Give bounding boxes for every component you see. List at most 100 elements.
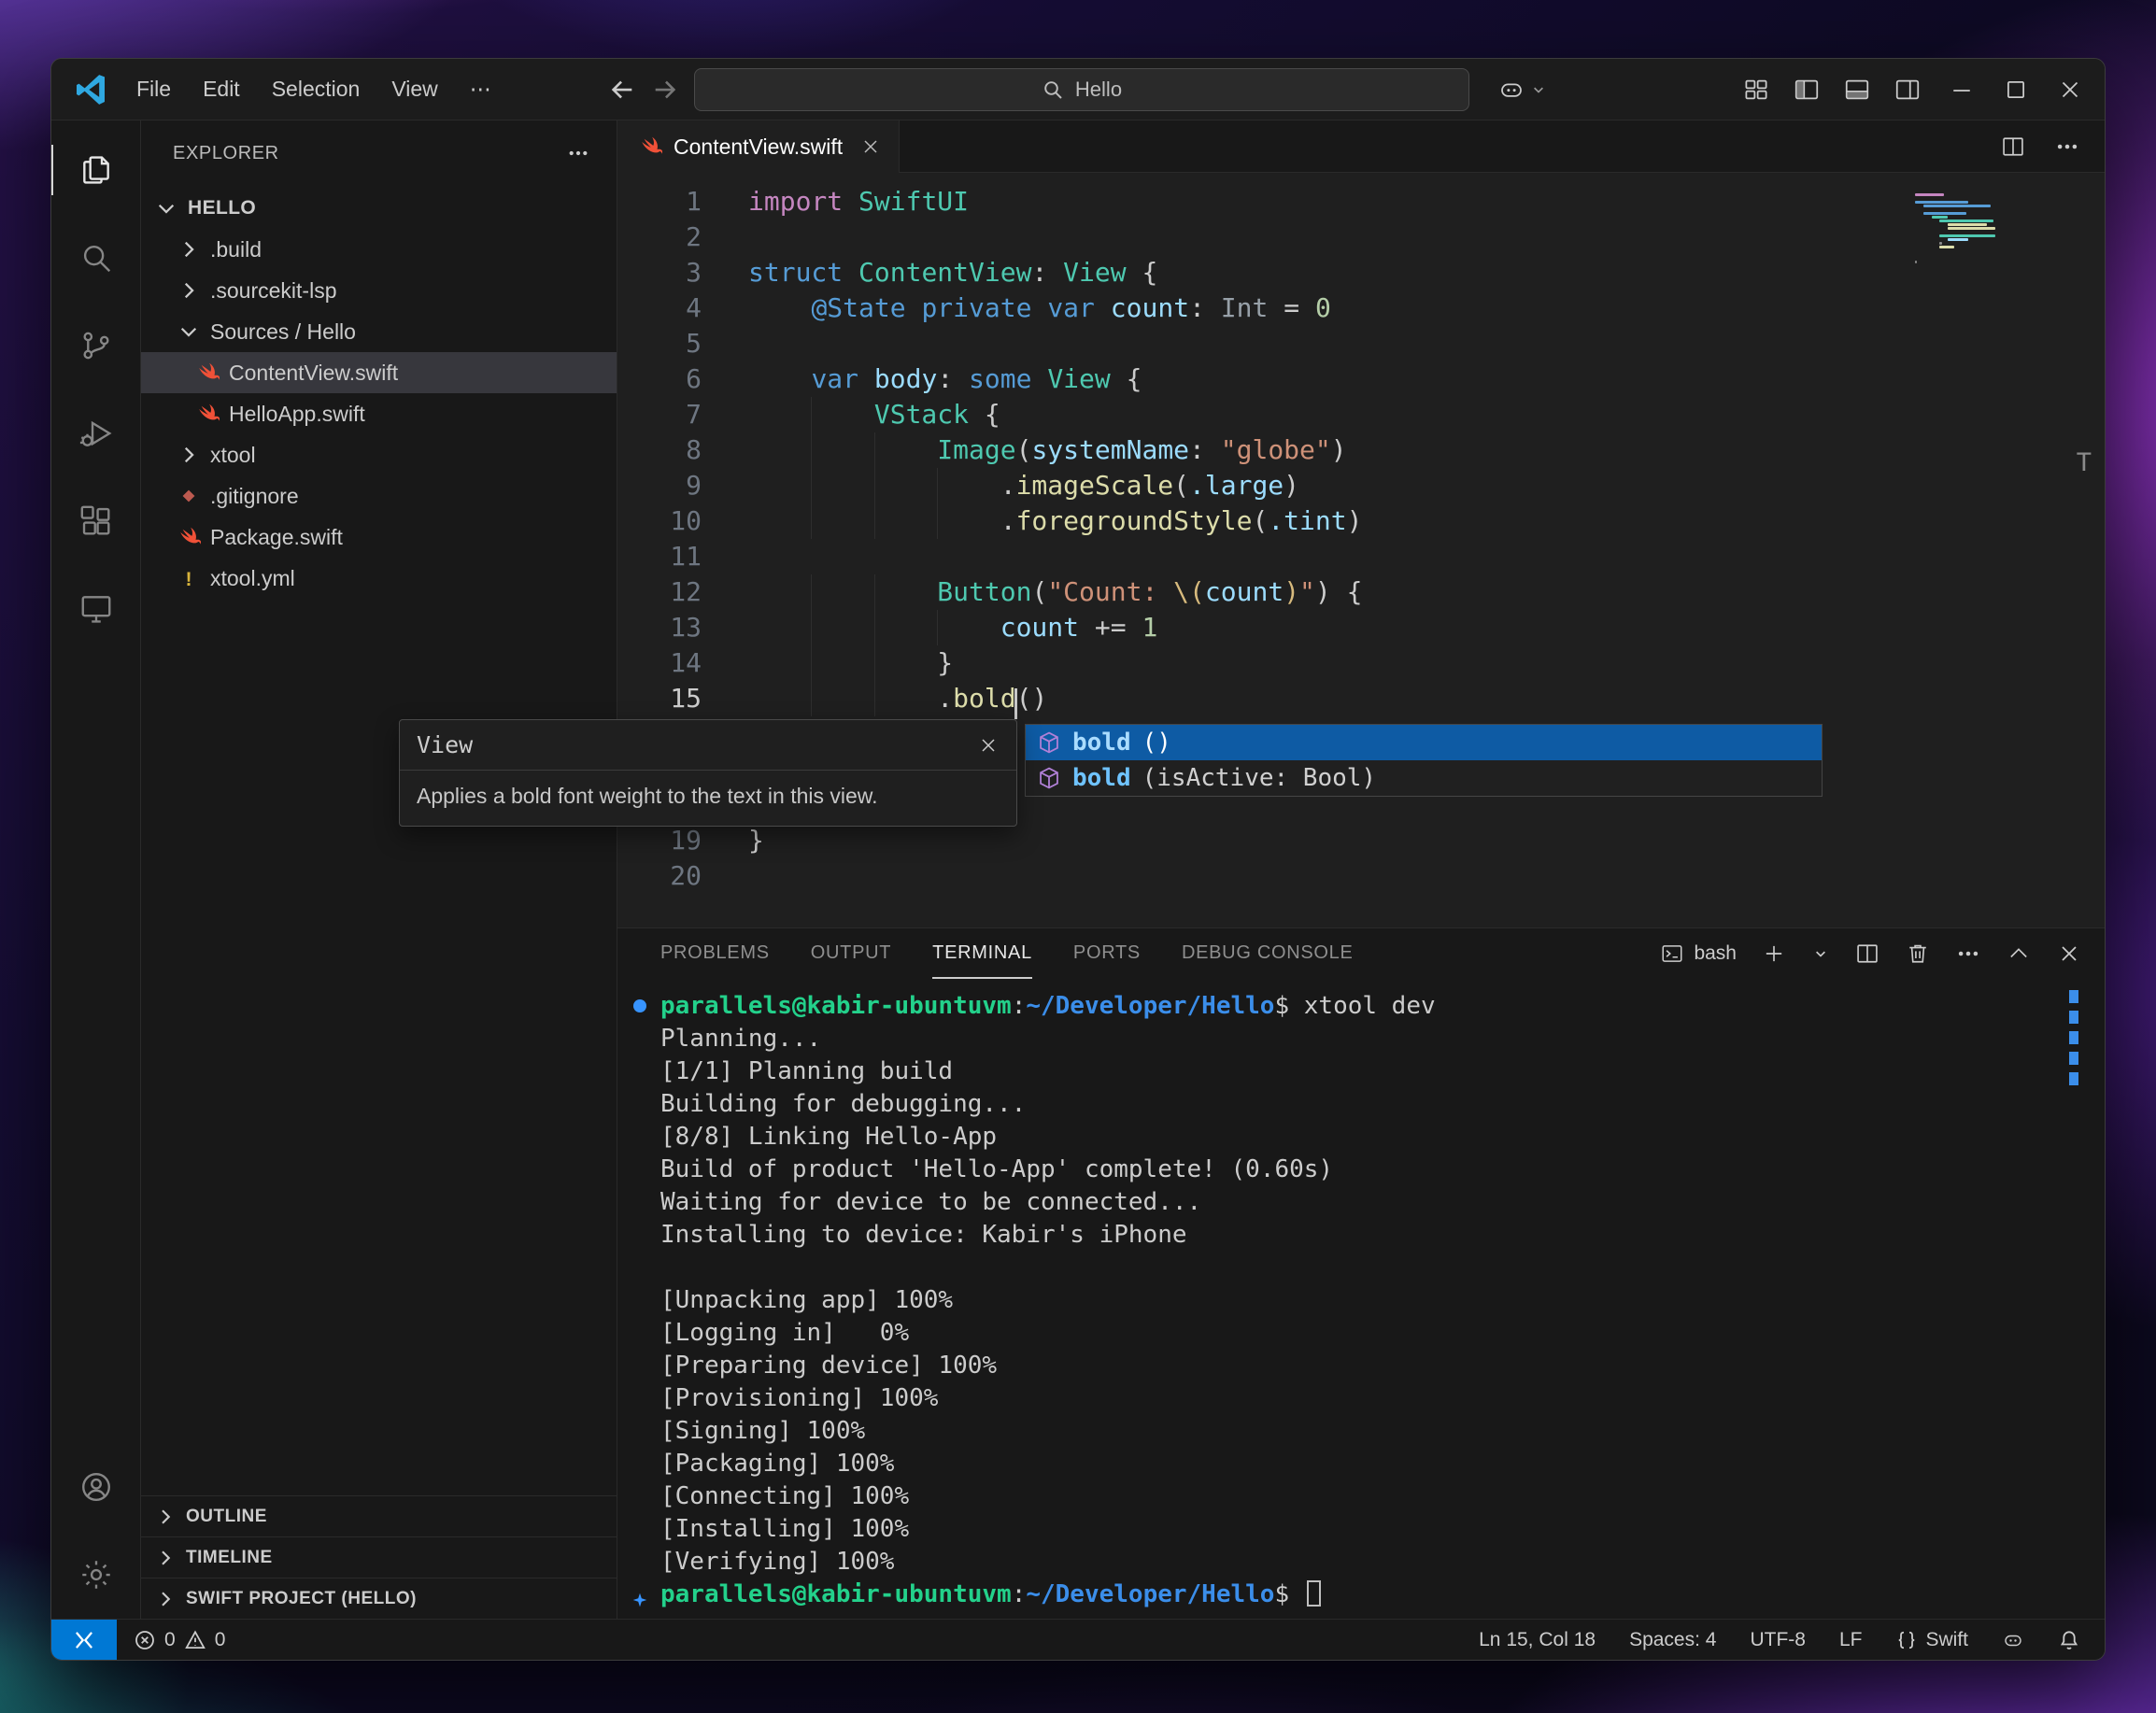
kill-terminal-icon[interactable] <box>1905 941 1931 967</box>
activity-extensions[interactable] <box>51 477 141 565</box>
code-line[interactable]: 7 VStack { <box>617 397 2105 432</box>
activity-run-debug[interactable] <box>51 389 141 477</box>
code-line[interactable]: 11 <box>617 539 2105 574</box>
navigate-back-icon[interactable] <box>608 76 636 104</box>
code-line[interactable]: 5 <box>617 326 2105 361</box>
toggle-panel-icon[interactable] <box>1843 76 1871 104</box>
suggest-item[interactable]: bold () <box>1026 725 1822 760</box>
code-line[interactable]: 6 var body: some View { <box>617 361 2105 397</box>
bell-icon <box>2058 1629 2080 1651</box>
menu-selection[interactable]: Selection <box>256 70 376 108</box>
panel-tab-output[interactable]: OUTPUT <box>811 928 891 979</box>
code-token: .large <box>1189 470 1284 501</box>
tree-item-contentview-swift[interactable]: ContentView.swift <box>141 352 617 393</box>
tree-item-xtool[interactable]: xtool <box>141 434 617 475</box>
code-line[interactable]: 1 import SwiftUI <box>617 184 2105 219</box>
tab-close-icon[interactable] <box>859 135 882 158</box>
tab-contentview-swift[interactable]: ContentView.swift <box>617 120 901 173</box>
activity-search[interactable] <box>51 214 141 302</box>
line-number: 14 <box>670 647 702 678</box>
status-indentation[interactable]: Spaces: 4 <box>1629 1629 1716 1651</box>
code-line[interactable]: 14 } <box>617 645 2105 681</box>
tree-item-sources-hello[interactable]: Sources / Hello <box>141 311 617 352</box>
minimap[interactable] <box>1915 193 2004 268</box>
menu-view[interactable]: View <box>376 70 453 108</box>
split-editor-icon[interactable] <box>2000 134 2026 160</box>
problems-status[interactable]: 0 0 <box>117 1629 242 1651</box>
code-line[interactable]: 19} <box>617 823 2105 858</box>
line-number: 4 <box>686 292 702 323</box>
close-button[interactable] <box>2056 76 2084 104</box>
activity-explorer[interactable] <box>51 126 141 214</box>
terminal-profile-dropdown-icon[interactable] <box>1811 944 1830 963</box>
code-text: Image(systemName: "globe") <box>702 432 1347 468</box>
new-terminal-icon[interactable] <box>1761 941 1787 967</box>
menu-overflow[interactable]: ⋯ <box>454 70 507 108</box>
code-line[interactable]: 2 <box>617 219 2105 255</box>
tree-item--sourcekit-lsp[interactable]: .sourcekit-lsp <box>141 270 617 311</box>
tree-item--build[interactable]: .build <box>141 229 617 270</box>
suggest-item[interactable]: bold (isActive: Bool) <box>1026 760 1822 796</box>
overview-ruler-glyph: T <box>2076 448 2092 477</box>
minimize-button[interactable] <box>1948 76 1976 104</box>
panel-tab-ports[interactable]: PORTS <box>1073 928 1141 979</box>
tree-item--gitignore[interactable]: .gitignore <box>141 475 617 517</box>
maximize-button[interactable] <box>2002 76 2030 104</box>
code-line[interactable]: 9 .imageScale(.large) <box>617 468 2105 503</box>
status-cursor-position[interactable]: Ln 15, Col 18 <box>1479 1629 1596 1651</box>
panel-tab-debug-console[interactable]: DEBUG CONSOLE <box>1182 928 1354 979</box>
panel-tab-terminal[interactable]: TERMINAL <box>932 928 1032 979</box>
menu-file[interactable]: File <box>121 70 187 108</box>
panel-header: PROBLEMS OUTPUT TERMINAL PORTS DEBUG CONSOLE… <box>617 928 2105 979</box>
activity-settings[interactable] <box>51 1531 141 1619</box>
remote-explorer-icon <box>78 591 114 627</box>
tree-item-package-swift[interactable]: Package.swift <box>141 517 617 558</box>
split-terminal-icon[interactable] <box>1854 941 1880 967</box>
terminal-profile[interactable]: bash <box>1660 941 1737 966</box>
remote-indicator[interactable] <box>51 1620 117 1660</box>
toggle-secondary-sidebar-icon[interactable] <box>1894 76 1922 104</box>
code-line[interactable]: 10 .foregroundStyle(.tint) <box>617 503 2105 539</box>
status-encoding[interactable]: UTF-8 <box>1750 1629 1806 1651</box>
section-swift-project-hello-[interactable]: SWIFT PROJECT (HELLO) <box>141 1578 617 1619</box>
copilot-button[interactable] <box>1497 76 1548 104</box>
source-control-icon <box>78 328 114 363</box>
tree-item-xtool-yml[interactable]: ! xtool.yml <box>141 558 617 599</box>
section-outline[interactable]: OUTLINE <box>141 1495 617 1536</box>
panel-tab-problems[interactable]: PROBLEMS <box>660 928 770 979</box>
toggle-sidebar-icon[interactable] <box>1793 76 1821 104</box>
status-language-mode[interactable]: Swift <box>1895 1629 1968 1651</box>
code-line[interactable]: 13 count += 1 <box>617 610 2105 645</box>
tree-root-hello[interactable]: HELLO <box>141 188 617 229</box>
tree-item-helloapp-swift[interactable]: HelloApp.swift <box>141 393 617 434</box>
hover-close-icon[interactable] <box>977 734 1000 757</box>
terminal-content[interactable]: parallels@kabir-ubuntuvm:~/Developer/Hel… <box>617 979 2105 1619</box>
status-eol[interactable]: LF <box>1839 1629 1863 1651</box>
terminal-line: [Verifying] 100% <box>660 1546 2105 1579</box>
activity-remote-explorer[interactable] <box>51 565 141 653</box>
code-token: ContentView <box>858 257 1032 288</box>
navigate-forward-icon[interactable] <box>651 76 679 104</box>
maximize-panel-icon[interactable] <box>2006 941 2032 967</box>
menu-edit[interactable]: Edit <box>187 70 256 108</box>
explorer-more-actions-icon[interactable] <box>566 141 590 165</box>
code-line[interactable]: 4 @State private var count: Int = 0 <box>617 290 2105 326</box>
close-panel-icon[interactable] <box>2056 941 2082 967</box>
code-line[interactable]: 20 <box>617 858 2105 894</box>
status-copilot[interactable] <box>2002 1629 2024 1651</box>
activity-accounts[interactable] <box>51 1443 141 1531</box>
panel-more-actions-icon[interactable] <box>1955 941 1981 967</box>
activity-source-control[interactable] <box>51 302 141 389</box>
status-notifications[interactable] <box>2058 1629 2080 1651</box>
code-line[interactable]: 15 .bold() <box>617 681 2105 719</box>
code-token: ) <box>1330 434 1347 465</box>
terminal-line: [Connecting] 100% <box>660 1480 2105 1513</box>
customize-layout-icon[interactable] <box>1742 76 1770 104</box>
code-line[interactable]: 12 Button("Count: \(count)") { <box>617 574 2105 610</box>
command-center-search[interactable]: Hello <box>694 67 1469 111</box>
editor-more-actions-icon[interactable] <box>2054 134 2080 160</box>
tree-root-label: HELLO <box>188 197 257 219</box>
section-timeline[interactable]: TIMELINE <box>141 1536 617 1578</box>
code-line[interactable]: 8 Image(systemName: "globe") <box>617 432 2105 468</box>
code-line[interactable]: 3 struct ContentView: View { <box>617 255 2105 290</box>
